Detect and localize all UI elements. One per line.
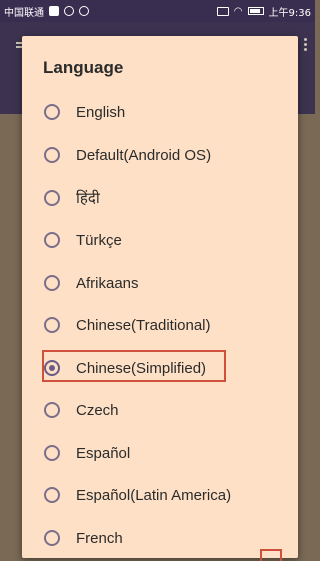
clock: 上午9:36: [268, 7, 311, 19]
language-option-afrikaans[interactable]: Afrikaans: [44, 266, 284, 300]
radio-button[interactable]: [44, 402, 60, 418]
cast-icon: [216, 6, 229, 16]
cloud-icon: [64, 6, 74, 16]
option-label: French: [76, 529, 123, 547]
radio-button[interactable]: [44, 530, 60, 546]
camera-icon: [79, 6, 89, 16]
language-option-spanish-latam[interactable]: Español(Latin America): [44, 478, 284, 512]
language-option-turkish[interactable]: Türkçe: [44, 223, 284, 257]
option-label: Afrikaans: [76, 274, 139, 292]
wechat-icon: [49, 6, 59, 16]
option-label: Español(Latin America): [76, 486, 232, 504]
radio-button[interactable]: [44, 275, 60, 291]
status-bar: 中国联通 ◠ 上午9:36: [0, 0, 315, 22]
radio-button[interactable]: [44, 147, 60, 163]
language-dialog: Language English Default(Android OS) हिं…: [22, 36, 298, 558]
language-option-czech[interactable]: Czech: [44, 393, 284, 427]
option-label: English: [76, 103, 126, 121]
more-options-icon: [304, 38, 307, 41]
radio-button[interactable]: [44, 317, 60, 333]
radio-button[interactable]: [44, 104, 60, 120]
language-option-english[interactable]: English: [44, 95, 284, 129]
radio-button[interactable]: [44, 487, 60, 503]
selection-highlight-box: [42, 350, 226, 382]
battery-icon: [247, 7, 264, 15]
language-option-french[interactable]: French: [44, 521, 284, 555]
option-label: Chinese(Traditional): [76, 316, 211, 334]
radio-button[interactable]: [44, 232, 60, 248]
wifi-icon: ◠: [233, 5, 243, 17]
radio-button[interactable]: [44, 190, 60, 206]
option-label: Español: [76, 444, 131, 462]
option-label: हिंदी: [76, 190, 100, 207]
carrier-label: 中国联通: [4, 7, 44, 19]
language-option-default[interactable]: Default(Android OS): [44, 138, 284, 172]
language-option-spanish[interactable]: Español: [44, 436, 284, 470]
option-label: Czech: [76, 401, 119, 419]
button-highlight-box: [260, 549, 282, 561]
language-option-hindi[interactable]: हिंदी: [44, 181, 284, 215]
radio-button[interactable]: [44, 445, 60, 461]
option-label: Türkçe: [76, 231, 122, 249]
dialog-title: Language: [43, 58, 124, 77]
option-label: Default(Android OS): [76, 146, 212, 164]
language-option-chinese-traditional[interactable]: Chinese(Traditional): [44, 308, 284, 342]
